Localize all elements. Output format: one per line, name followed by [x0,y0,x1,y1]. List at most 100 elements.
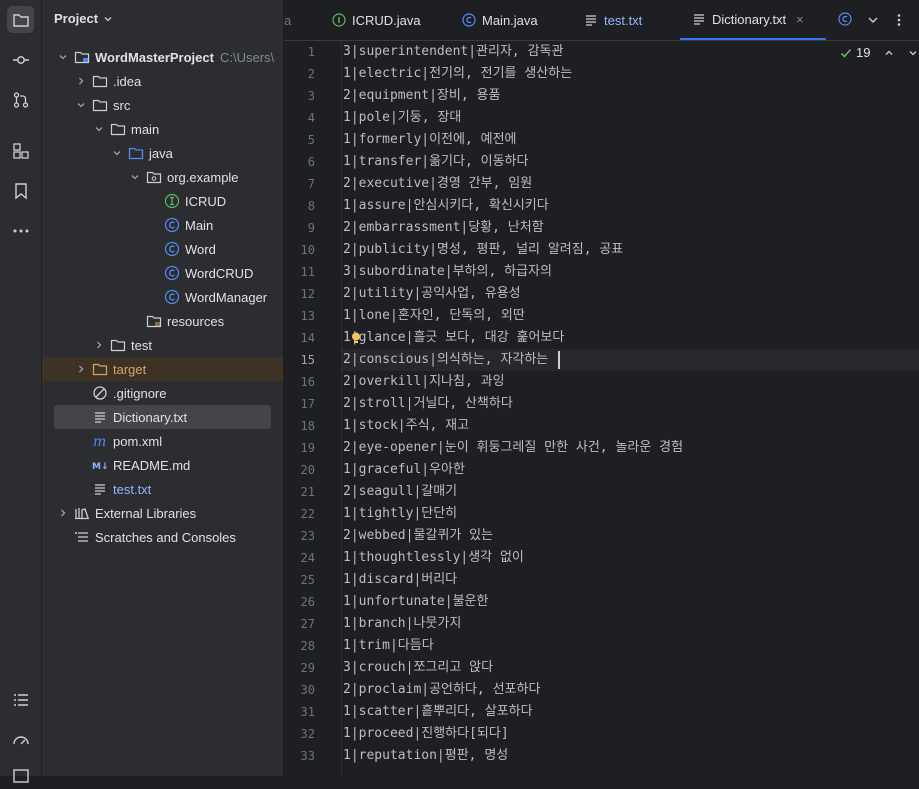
tree-item[interactable]: java [42,141,283,165]
tab-main-java[interactable]: Main.java [462,0,538,40]
tab-dictionary-txt[interactable]: Dictionary.txt × [680,0,826,40]
folder-icon [110,337,126,353]
tree-expander[interactable] [92,338,106,352]
code-line[interactable]: 2|conscious|의식하는, 자각하는 [343,349,548,371]
tree-item[interactable]: resources [42,309,283,333]
code-line[interactable]: 2|embarrassment|당황, 난처함 [343,217,544,239]
tree-item[interactable]: WordMasterProject C:\Users\ [42,45,283,69]
tab-previous-partial[interactable]: a [284,0,291,40]
tree-item[interactable]: WordManager [42,285,283,309]
chevron-down-icon [868,17,878,23]
project-tool-button[interactable] [7,6,34,33]
code-line[interactable]: 1|assure|안심시키다, 확신시키다 [343,195,549,217]
line-number: 32 [300,727,315,741]
code-line[interactable]: 1|pole|기둥, 장대 [343,107,461,129]
code-line[interactable]: 1|transfer|옮기다, 이동하다 [343,151,528,173]
code-line[interactable]: 1|tightly|단단히 [343,503,457,525]
code-line[interactable]: 2|overkill|지나침, 과잉 [343,371,505,393]
code-line[interactable]: 1|graceful|우아한 [343,459,465,481]
tree-item-label: resources [167,313,225,329]
code-line[interactable]: 1|electric|전기의, 전기를 생산하는 [343,63,572,85]
tree-item[interactable]: Dictionary.txt [54,405,271,429]
tab-icrud-java[interactable]: ICRUD.java [332,0,421,40]
code-line[interactable]: 2|proclaim|공언하다, 선포하다 [343,679,540,701]
project-panel-header[interactable]: Project [54,11,113,26]
tabs-list-button[interactable] [867,0,879,40]
code-line[interactable]: 1|lone|혼자인, 단독의, 외딴 [343,305,525,327]
bookmarks-tool-button[interactable] [7,177,34,204]
tree-item[interactable]: External Libraries [42,501,283,525]
tree-item-label: Scratches and Consoles [95,529,236,545]
tree-expander[interactable] [56,50,70,64]
tab-overflow-partial[interactable] [838,0,852,40]
code-line[interactable]: 1|discard|버리다 [343,569,457,591]
code-line[interactable]: 3|crouch|쪼그리고 앉다 [343,657,493,679]
tree-item[interactable]: m pom.xml [42,429,283,453]
tree-expander[interactable] [74,362,88,376]
tree-item[interactable]: .gitignore [42,381,283,405]
code-line[interactable]: 2|executive|경영 간부, 임원 [343,173,532,195]
code-line[interactable]: 2|eye-opener|눈이 휘둥그레질 만한 사건, 놀라운 경험 [343,437,683,459]
code-line[interactable]: 2|webbed|물갈퀴가 있는 [343,525,493,547]
structure-tool-button[interactable] [7,137,34,164]
code-line[interactable]: 2|utility|공익사업, 유용성 [343,283,521,305]
project-panel-title: Project [54,11,99,26]
tree-item[interactable]: WordCRUD [42,261,283,285]
code-line[interactable]: 1|thoughtlessly|생각 없이 [343,547,524,569]
lightbulb-icon[interactable] [351,332,361,344]
line-number: 7 [307,177,315,191]
code-line[interactable]: 3|subordinate|부하의, 하급자의 [343,261,552,283]
more-tools-button[interactable] [7,217,34,244]
tree-item[interactable]: test.txt [42,477,283,501]
code-line[interactable]: 1|trim|다듬다 [343,635,434,657]
code-line[interactable]: 1|branch|나뭇가지 [343,613,461,635]
tree-expander[interactable] [92,122,106,136]
tree-expander[interactable] [128,170,142,184]
chevron-down-icon[interactable] [908,48,918,58]
code-line[interactable]: 2|seagull|갈매기 [343,481,457,503]
tree-item[interactable]: Word [42,237,283,261]
code-line[interactable]: 1|formerly|이전에, 예전에 [343,129,517,151]
code-line[interactable]: 1|reputation|평판, 명성 [343,745,508,767]
tree-item[interactable]: M↓ README.md [42,453,283,477]
line-number: 17 [300,397,315,411]
code-line[interactable]: 1|stock|주식, 재고 [343,415,469,437]
tree-item[interactable]: Main [42,213,283,237]
commit-tool-button[interactable] [7,46,34,73]
code-line[interactable]: 1|scatter|흩뿌리다, 살포하다 [343,701,533,723]
code-line[interactable]: 2|equipment|장비, 용품 [343,85,500,107]
line-number: 6 [307,155,315,169]
tree-item[interactable]: ICRUD [42,189,283,213]
code-line[interactable]: 2|stroll|거닐다, 산책하다 [343,393,513,415]
tree-expander[interactable] [110,146,124,160]
tree-item[interactable]: test [42,333,283,357]
tree-item[interactable]: target [42,357,283,381]
scratches-icon [74,529,90,545]
tree-item[interactable]: org.example [42,165,283,189]
tab-test-txt[interactable]: test.txt [584,0,642,40]
tabs-more-button[interactable] [893,0,905,40]
tree-item[interactable]: Scratches and Consoles [42,525,283,549]
tab-close-icon[interactable]: × [796,12,804,27]
inspections-widget[interactable]: 19 [840,45,918,60]
tree-expander[interactable] [74,74,88,88]
tree-item-label: WordMasterProject [95,49,214,65]
code-line[interactable]: 1|glance|흘긋 보다, 대강 훑어보다 [343,327,564,349]
code-line[interactable]: 3|superintendent|관리자, 감독관 [343,41,563,63]
tree-expander[interactable] [74,98,88,112]
code-line[interactable]: 2|publicity|명성, 평판, 널리 알려짐, 공표 [343,239,623,261]
code-line[interactable]: 1|proceed|진행하다[되다] [343,723,509,745]
chevron-up-icon[interactable] [884,48,894,58]
line-number: 24 [300,551,315,565]
todo-tool-button[interactable] [7,686,34,713]
profiler-tool-button[interactable] [7,726,34,753]
tree-expander[interactable] [56,506,70,520]
tree-item[interactable]: .idea [42,69,283,93]
commit-icon [12,55,29,64]
tree-item[interactable]: src [42,93,283,117]
tree-item[interactable]: main [42,117,283,141]
code-line[interactable]: 1|unfortunate|불운한 [343,591,488,613]
pull-requests-tool-button[interactable] [7,86,34,113]
